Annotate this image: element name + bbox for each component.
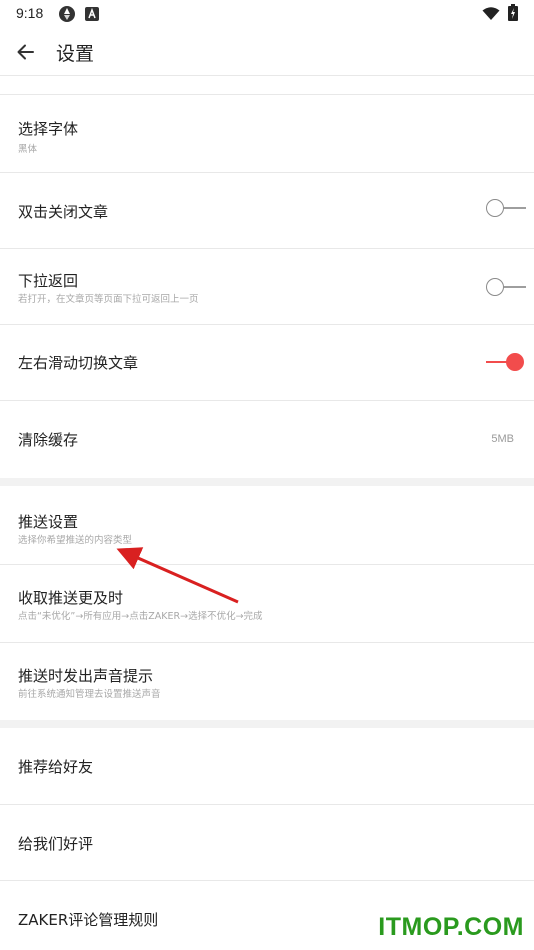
a-app-icon [85, 6, 99, 25]
setting-title: 清除缓存 [18, 431, 79, 449]
setting-title: 给我们好评 [18, 835, 94, 853]
back-button[interactable] [10, 36, 42, 68]
setting-title: 推送设置 [18, 513, 79, 531]
setting-subtitle: 选择你希望推送的内容类型 [18, 535, 133, 546]
setting-title: 双击关闭文章 [18, 203, 109, 221]
toggle-track [504, 207, 526, 209]
setting-subtitle: 若打开，在文章页等页面下拉可返回上一页 [18, 294, 199, 305]
setting-title: 推荐给好友 [18, 758, 94, 776]
wifi-icon [482, 6, 500, 25]
cache-size: 5MB [491, 433, 514, 445]
status-bar: 9:18 [0, 0, 534, 28]
pull-back-toggle[interactable] [486, 277, 526, 297]
section-gap [0, 720, 534, 728]
settings-list: 选择字体 黑体 双击关闭文章 下拉返回 若打开，在文章页等页面下拉可返回上一页 … [0, 75, 534, 950]
toggle-track [504, 286, 526, 288]
setting-row-double-tap-close[interactable]: 双击关闭文章 [0, 173, 534, 248]
setting-title: ZAKER评论管理规则 [18, 911, 159, 929]
setting-row-clear-cache[interactable]: 清除缓存 5MB [0, 401, 534, 478]
toggle-thumb [506, 353, 524, 371]
status-time: 9:18 [16, 5, 44, 21]
battery-charging-icon [508, 4, 518, 25]
setting-title: 推送时发出声音提示 [18, 667, 154, 685]
setting-row-rate-us[interactable]: 给我们好评 [0, 805, 534, 880]
toggle-thumb [486, 278, 504, 296]
swipe-switch-toggle[interactable] [486, 352, 526, 372]
toggle-track [486, 361, 508, 363]
setting-title: 左右滑动切换文章 [18, 354, 139, 372]
setting-row-recommend[interactable]: 推荐给好友 [0, 728, 534, 804]
double-tap-close-toggle[interactable] [486, 198, 526, 218]
setting-row-swipe-switch[interactable]: 左右滑动切换文章 [0, 325, 534, 400]
setting-row-timely-push[interactable]: 收取推送更及时 点击“未优化”→所有应用→点击ZAKER→选择不优化→完成 [0, 565, 534, 642]
watermark-logo: ITMOP.COM [378, 913, 524, 941]
setting-subtitle: 黑体 [18, 144, 38, 155]
setting-subtitle: 点击“未优化”→所有应用→点击ZAKER→选择不优化→完成 [18, 611, 263, 622]
setting-row-push-sound[interactable]: 推送时发出声音提示 前往系统通知管理去设置推送声音 [0, 643, 534, 720]
setting-row-push-settings[interactable]: 推送设置 选择你希望推送的内容类型 [0, 486, 534, 564]
setting-title: 下拉返回 [18, 272, 79, 290]
setting-title: 收取推送更及时 [18, 589, 124, 607]
setting-subtitle: 前往系统通知管理去设置推送声音 [18, 689, 161, 700]
page-title: 设置 [56, 43, 95, 65]
app-bar: 设置 [0, 28, 534, 74]
toggle-thumb [486, 199, 504, 217]
section-gap [0, 478, 534, 486]
setting-row-pull-back[interactable]: 下拉返回 若打开，在文章页等页面下拉可返回上一页 [0, 249, 534, 324]
setting-title: 选择字体 [18, 120, 79, 138]
arrow-left-icon [17, 44, 34, 60]
shutter-icon [58, 5, 76, 27]
setting-row-font[interactable]: 选择字体 黑体 [0, 95, 534, 172]
